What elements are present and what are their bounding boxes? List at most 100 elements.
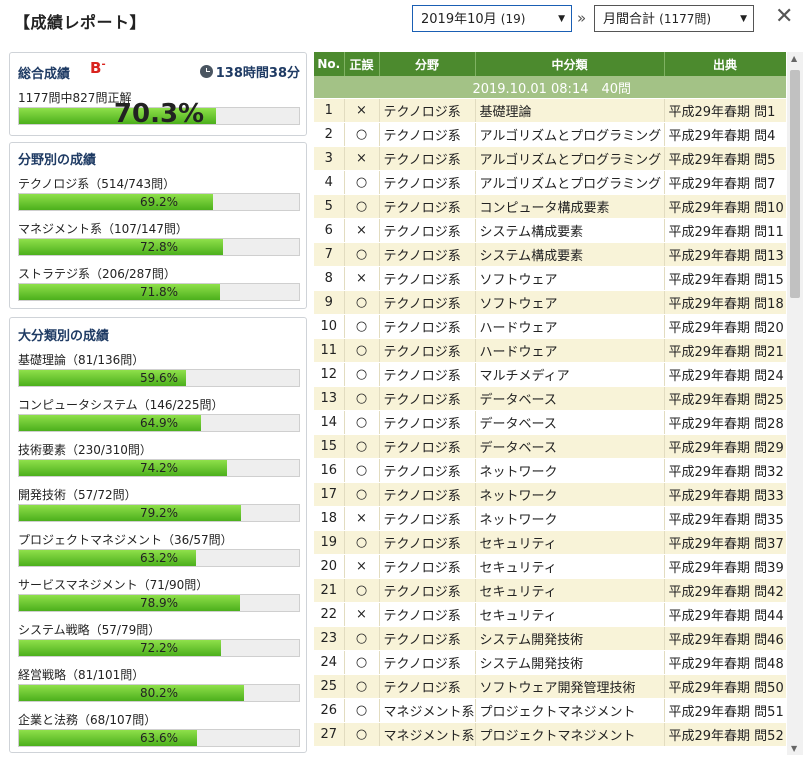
table-row[interactable]: 6 × テクノロジ系 システム構成要素 平成29年春期 問11 (314, 218, 786, 243)
row-source: 平成29年春期 問48 (664, 650, 786, 675)
row-number: 17 (314, 482, 345, 507)
row-number: 16 (314, 458, 345, 483)
col-header-field: 分野 (379, 52, 476, 76)
result-label: 経営戦略（81/101問） (18, 668, 145, 682)
row-result-mark: ○ (344, 122, 380, 147)
row-subcategory: プロジェクトマネジメント (475, 722, 665, 747)
table-scrollbar[interactable]: ▲ ▼ (787, 52, 803, 755)
row-subcategory: プロジェクトマネジメント (475, 698, 665, 723)
table-row[interactable]: 15 ○ テクノロジ系 データベース 平成29年春期 問29 (314, 434, 786, 459)
row-field: テクノロジ系 (379, 194, 476, 219)
row-field: テクノロジ系 (379, 314, 476, 339)
row-subcategory: システム開発技術 (475, 626, 665, 651)
table-header-row: No. 正誤 分野 中分類 出典 (314, 52, 786, 76)
month-select[interactable]: 2019年10月 (19) ▼ (412, 5, 572, 32)
row-field: マネジメント系 (379, 698, 476, 723)
row-result-mark: ○ (344, 338, 380, 363)
result-progress-bar: 72.8% (18, 238, 300, 256)
row-subcategory: データベース (475, 410, 665, 435)
table-row[interactable]: 21 ○ テクノロジ系 セキュリティ 平成29年春期 問42 (314, 578, 786, 603)
result-progress-bar: 63.2% (18, 549, 300, 567)
row-subcategory: システム構成要素 (475, 242, 665, 267)
table-row[interactable]: 22 × テクノロジ系 セキュリティ 平成29年春期 問44 (314, 602, 786, 627)
overall-progress-bar: 70.3% (18, 101, 300, 127)
table-row[interactable]: 17 ○ テクノロジ系 ネットワーク 平成29年春期 問33 (314, 482, 786, 507)
close-icon[interactable]: ✕ (775, 4, 793, 29)
table-row[interactable]: 1 × テクノロジ系 基礎理論 平成29年春期 問1 (314, 98, 786, 123)
row-subcategory: データベース (475, 434, 665, 459)
row-result-mark: ○ (344, 242, 380, 267)
table-row[interactable]: 16 ○ テクノロジ系 ネットワーク 平成29年春期 問32 (314, 458, 786, 483)
row-field: テクノロジ系 (379, 626, 476, 651)
result-progress-bar: 72.2% (18, 639, 300, 657)
row-subcategory: ハードウェア (475, 338, 665, 363)
result-progress-bar: 59.6% (18, 369, 300, 387)
chevron-down-icon: ▼ (740, 14, 747, 24)
table-row[interactable]: 18 × テクノロジ系 ネットワーク 平成29年春期 問35 (314, 506, 786, 531)
table-row[interactable]: 27 ○ マネジメント系 プロジェクトマネジメント 平成29年春期 問52 (314, 722, 786, 747)
table-row[interactable]: 13 ○ テクノロジ系 データベース 平成29年春期 問25 (314, 386, 786, 411)
table-row[interactable]: 20 × テクノロジ系 セキュリティ 平成29年春期 問39 (314, 554, 786, 579)
row-source: 平成29年春期 問29 (664, 434, 786, 459)
table-row[interactable]: 25 ○ テクノロジ系 ソフトウェア開発管理技術 平成29年春期 問50 (314, 674, 786, 699)
row-source: 平成29年春期 問33 (664, 482, 786, 507)
row-subcategory: セキュリティ (475, 578, 665, 603)
scroll-down-icon[interactable]: ▼ (791, 744, 797, 753)
row-source: 平成29年春期 問44 (664, 602, 786, 627)
study-time: 138時間38分 (199, 62, 300, 81)
period-select[interactable]: 月間合計 (1177問) ▼ (594, 5, 754, 32)
row-field: テクノロジ系 (379, 578, 476, 603)
table-row[interactable]: 9 ○ テクノロジ系 ソフトウェア 平成29年春期 問18 (314, 290, 786, 315)
row-source: 平成29年春期 問37 (664, 530, 786, 555)
table-row[interactable]: 12 ○ テクノロジ系 マルチメディア 平成29年春期 問24 (314, 362, 786, 387)
table-row[interactable]: 14 ○ テクノロジ系 データベース 平成29年春期 問28 (314, 410, 786, 435)
row-field: テクノロジ系 (379, 506, 476, 531)
table-row[interactable]: 23 ○ テクノロジ系 システム開発技術 平成29年春期 問46 (314, 626, 786, 651)
scrollbar-thumb[interactable] (790, 70, 800, 298)
result-progress-bar: 79.2% (18, 504, 300, 522)
field-results-panel: 分野別の成績 テクノロジ系（514/743問） 69.2% マネジメント系（107/… (9, 142, 307, 309)
result-percent: 59.6% (139, 371, 179, 385)
row-source: 平成29年春期 問32 (664, 458, 786, 483)
row-number: 18 (314, 506, 345, 531)
row-subcategory: システム構成要素 (475, 218, 665, 243)
row-source: 平成29年春期 問46 (664, 626, 786, 651)
table-row[interactable]: 5 ○ テクノロジ系 コンピュータ構成要素 平成29年春期 問10 (314, 194, 786, 219)
row-result-mark: ○ (344, 698, 380, 723)
table-row[interactable]: 19 ○ テクノロジ系 セキュリティ 平成29年春期 問37 (314, 530, 786, 555)
row-result-mark: ○ (344, 194, 380, 219)
row-result-mark: × (344, 98, 380, 123)
row-field: テクノロジ系 (379, 242, 476, 267)
table-row[interactable]: 8 × テクノロジ系 ソフトウェア 平成29年春期 問15 (314, 266, 786, 291)
grade-letter: B (90, 59, 102, 77)
row-number: 7 (314, 242, 345, 267)
row-source: 平成29年春期 問28 (664, 410, 786, 435)
row-source: 平成29年春期 問25 (664, 386, 786, 411)
result-percent: 63.2% (139, 551, 179, 565)
table-row[interactable]: 11 ○ テクノロジ系 ハードウェア 平成29年春期 問21 (314, 338, 786, 363)
row-number: 25 (314, 674, 345, 699)
row-number: 3 (314, 146, 345, 171)
table-row[interactable]: 4 ○ テクノロジ系 アルゴリズムとプログラミング 平成29年春期 問7 (314, 170, 786, 195)
scroll-up-icon[interactable]: ▲ (791, 54, 797, 63)
table-row[interactable]: 26 ○ マネジメント系 プロジェクトマネジメント 平成29年春期 問51 (314, 698, 786, 723)
result-progress-bar: 63.6% (18, 729, 300, 747)
row-field: テクノロジ系 (379, 338, 476, 363)
row-field: テクノロジ系 (379, 146, 476, 171)
table-row[interactable]: 7 ○ テクノロジ系 システム構成要素 平成29年春期 問13 (314, 242, 786, 267)
summary-title: 総合成績 (18, 67, 71, 82)
row-source: 平成29年春期 問5 (664, 146, 786, 171)
table-row[interactable]: 24 ○ テクノロジ系 システム開発技術 平成29年春期 問48 (314, 650, 786, 675)
row-result-mark: ○ (344, 458, 380, 483)
row-number: 5 (314, 194, 345, 219)
table-row[interactable]: 10 ○ テクノロジ系 ハードウェア 平成29年春期 問20 (314, 314, 786, 339)
row-number: 22 (314, 602, 345, 627)
table-row[interactable]: 3 × テクノロジ系 アルゴリズムとプログラミング 平成29年春期 問5 (314, 146, 786, 171)
field-results-title: 分野別の成績 (18, 153, 97, 168)
row-field: テクノロジ系 (379, 482, 476, 507)
result-label: 開発技術（57/72問） (18, 488, 137, 502)
row-field: テクノロジ系 (379, 530, 476, 555)
row-subcategory: ネットワーク (475, 458, 665, 483)
result-percent: 72.2% (139, 641, 179, 655)
table-row[interactable]: 2 ○ テクノロジ系 アルゴリズムとプログラミング 平成29年春期 問4 (314, 122, 786, 147)
